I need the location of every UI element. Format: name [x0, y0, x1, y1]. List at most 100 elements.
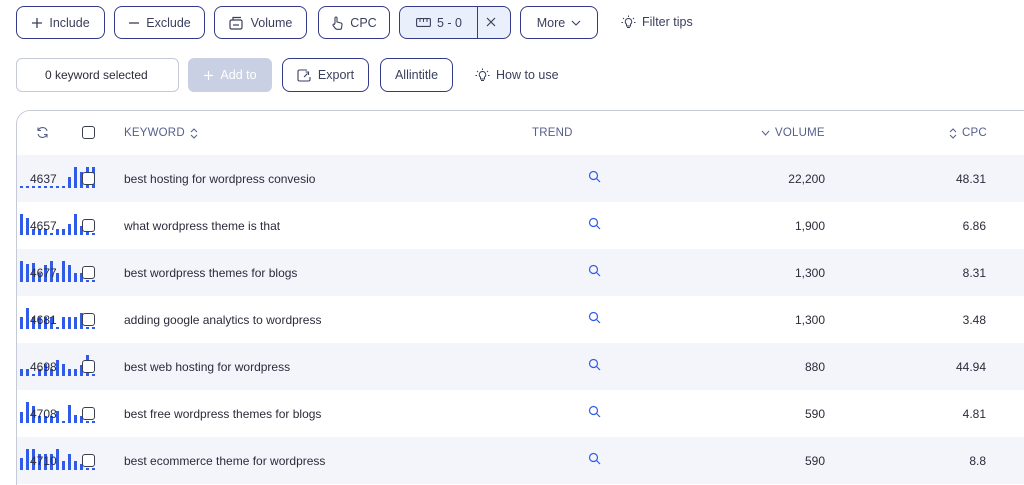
cpc-value: 8.31	[962, 265, 986, 280]
volume-column-header[interactable]: VOLUME	[761, 127, 825, 139]
trend-bar	[74, 167, 77, 188]
trend-bar	[68, 454, 71, 470]
trend-bar	[92, 468, 95, 470]
trend-bar	[62, 461, 65, 470]
selection-count-label: 0 keyword selected	[45, 68, 148, 82]
volume-value: 590	[804, 406, 825, 421]
magnifier-icon[interactable]	[588, 358, 601, 371]
trend-bar	[74, 273, 77, 282]
volume-label: Volume	[250, 15, 293, 30]
magnifier-icon[interactable]	[588, 311, 601, 324]
add-to-label: Add to	[220, 68, 257, 82]
volume-value: 1,300	[794, 312, 825, 327]
trend-bar	[62, 261, 65, 282]
keyword-text[interactable]: best wordpress themes for blogs	[124, 249, 297, 296]
volume-header-label: VOLUME	[775, 127, 825, 139]
row-checkbox[interactable]	[82, 172, 95, 185]
magnifier-icon[interactable]	[588, 217, 601, 230]
trend-bar	[92, 374, 95, 376]
minus-icon	[129, 21, 140, 24]
how-to-use-label: How to use	[496, 68, 559, 82]
row-id: 4708	[30, 406, 57, 421]
trend-bar	[62, 229, 65, 235]
select-all-checkbox[interactable]	[82, 126, 95, 139]
cpc-button[interactable]: CPC	[318, 6, 390, 39]
keyword-table: KEYWORD TREND VOLUME CPC 4637 best hosti…	[16, 110, 1024, 485]
trend-bar	[62, 421, 65, 423]
volume-button[interactable]: Volume	[214, 6, 307, 39]
lightbulb-icon	[475, 68, 490, 81]
row-checkbox[interactable]	[82, 219, 95, 232]
cpc-label: CPC	[350, 15, 377, 30]
keyword-text[interactable]: adding google analytics to wordpress	[124, 296, 321, 343]
trend-bar	[68, 369, 71, 376]
row-id: 4657	[30, 218, 57, 233]
add-to-button[interactable]: Add to	[188, 58, 272, 92]
keyword-text[interactable]: best web hosting for wordpress	[124, 343, 290, 390]
trend-bar	[92, 280, 95, 282]
keyword-header-label: KEYWORD	[124, 127, 185, 139]
keyword-text[interactable]: what wordpress theme is that	[124, 202, 280, 249]
more-button[interactable]: More	[520, 6, 598, 39]
refresh-icon[interactable]	[36, 126, 49, 139]
allintitle-button[interactable]: Allintitle	[380, 58, 453, 92]
volume-value: 22,200	[788, 171, 825, 186]
trend-bar	[86, 421, 89, 423]
table-row[interactable]: 4710 best ecommerce theme for wordpress …	[17, 437, 1024, 484]
trend-bar	[74, 461, 77, 470]
chip-divider	[477, 6, 478, 39]
table-row[interactable]: 4681 adding google analytics to wordpres…	[17, 296, 1024, 343]
cpc-value: 6.86	[962, 218, 986, 233]
row-checkbox[interactable]	[82, 266, 95, 279]
trend-bar	[62, 364, 65, 376]
magnifier-icon[interactable]	[588, 452, 601, 465]
trend-bar	[68, 317, 71, 329]
keyword-text[interactable]: best free wordpress themes for blogs	[124, 390, 321, 437]
row-checkbox[interactable]	[82, 313, 95, 326]
trend-bar	[20, 186, 23, 188]
table-row[interactable]: 4637 best hosting for wordpress convesio…	[17, 155, 1024, 202]
range-label: 5 - 0	[437, 15, 463, 30]
row-checkbox[interactable]	[82, 454, 95, 467]
export-icon	[297, 68, 311, 82]
trend-bar	[26, 186, 29, 188]
sort-icon	[949, 127, 957, 139]
cpc-value: 44.94	[955, 359, 986, 374]
trend-header-label: TREND	[532, 127, 573, 139]
volume-value: 1,300	[794, 265, 825, 280]
row-id: 4677	[30, 265, 57, 280]
table-row[interactable]: 4657 what wordpress theme is that 1,900 …	[17, 202, 1024, 249]
keyword-text[interactable]: best hosting for wordpress convesio	[124, 155, 315, 202]
keyword-column-header[interactable]: KEYWORD	[124, 127, 198, 139]
ruler-icon	[416, 18, 431, 27]
trend-bar	[20, 261, 23, 282]
cpc-value: 3.48	[962, 312, 986, 327]
filter-tips-link[interactable]: Filter tips	[621, 15, 693, 29]
trend-bar	[68, 265, 71, 282]
volume-icon	[229, 16, 243, 30]
cpc-column-header[interactable]: CPC	[949, 127, 987, 139]
row-checkbox[interactable]	[82, 407, 95, 420]
trend-bar	[20, 317, 23, 329]
keyword-text[interactable]: best ecommerce theme for wordpress	[124, 437, 325, 484]
trend-bar	[74, 415, 77, 423]
close-icon[interactable]	[485, 16, 497, 31]
plus-icon	[204, 70, 214, 80]
export-button[interactable]: Export	[282, 58, 369, 92]
exclude-button[interactable]: Exclude	[114, 6, 205, 39]
row-id: 4698	[30, 359, 57, 374]
magnifier-icon[interactable]	[588, 264, 601, 277]
allintitle-label: Allintitle	[394, 68, 439, 82]
cpc-header-label: CPC	[962, 127, 987, 139]
include-button[interactable]: Include	[16, 6, 105, 39]
trend-bar	[20, 214, 23, 235]
magnifier-icon[interactable]	[588, 405, 601, 418]
table-row[interactable]: 4677 best wordpress themes for blogs 1,3…	[17, 249, 1024, 296]
cpc-value: 8.8	[969, 453, 986, 468]
magnifier-icon[interactable]	[588, 170, 601, 183]
table-row[interactable]: 4708 best free wordpress themes for blog…	[17, 390, 1024, 437]
how-to-use-link[interactable]: How to use	[475, 68, 559, 82]
row-checkbox[interactable]	[82, 360, 95, 373]
table-row[interactable]: 4698 best web hosting for wordpress 880 …	[17, 343, 1024, 390]
more-label: More	[536, 15, 566, 30]
